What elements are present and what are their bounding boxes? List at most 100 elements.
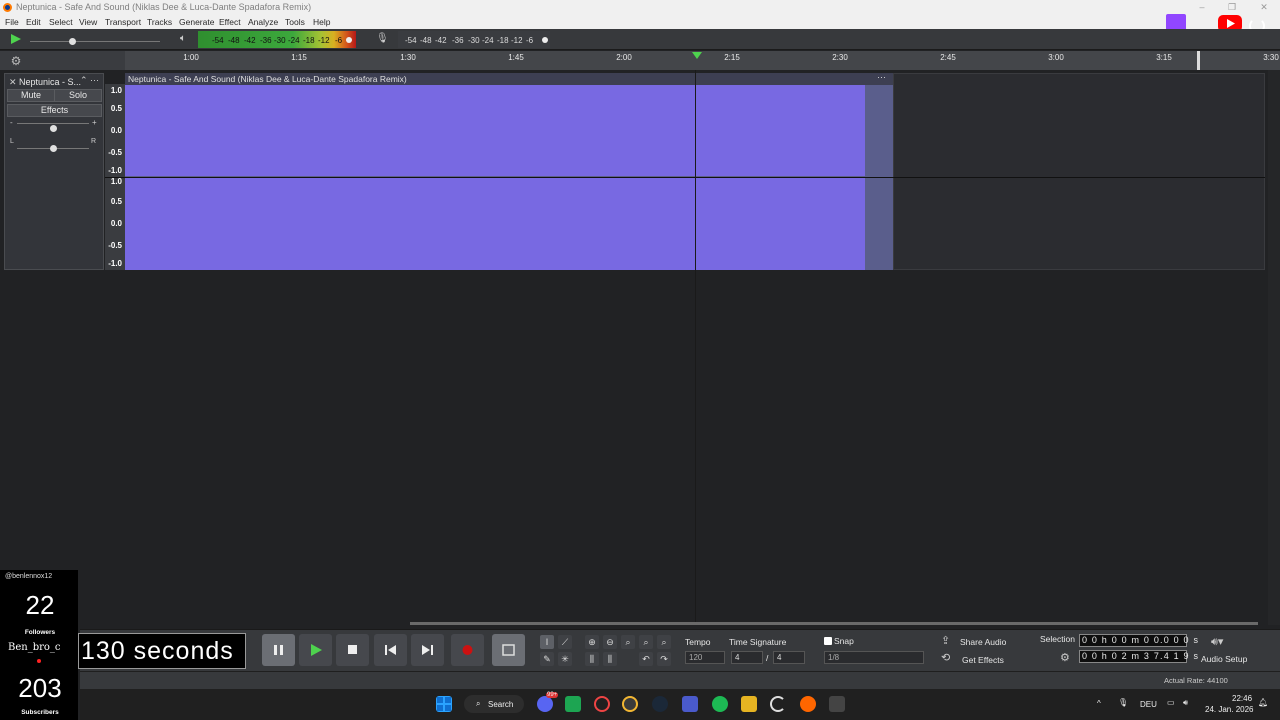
trim-icon[interactable]: ⫼ [585, 652, 599, 666]
timeline-settings-icon[interactable]: ⚙ [8, 53, 24, 69]
app-icon[interactable] [770, 696, 786, 712]
status-bar: Actual Rate: 44100 [80, 671, 1280, 689]
selection-tool-icon[interactable]: I [540, 635, 554, 649]
clock-date[interactable]: 24. Jan. 2026 [1205, 705, 1253, 714]
language-indicator[interactable]: DEU [1140, 700, 1157, 709]
share-audio-icon: ⇪ [941, 635, 951, 647]
solo-button[interactable]: Solo [54, 89, 102, 102]
horizontal-scrollbar[interactable] [410, 622, 1258, 625]
zoom-toggle-icon[interactable]: ⌕ [657, 635, 671, 649]
gain-slider[interactable] [50, 125, 57, 132]
menu-help[interactable]: Help [313, 15, 330, 29]
selection-start-field[interactable]: 0 0 h 0 0 m 0 0.0 0 0 s [1079, 634, 1198, 647]
playhead-marker[interactable] [692, 52, 702, 59]
menu-file[interactable]: File [5, 15, 19, 29]
zoom-in-icon[interactable]: ⊕ [585, 635, 599, 649]
tempo-input[interactable]: 120 [685, 651, 725, 664]
track-menu-icon[interactable]: ⌃ ⋯ [80, 75, 99, 86]
discord-icon[interactable] [537, 696, 553, 712]
pan-slider[interactable] [50, 145, 57, 152]
taskbar-search[interactable]: ⌕ Search [464, 695, 524, 713]
play-at-speed-icon[interactable] [10, 33, 22, 45]
fit-selection-icon[interactable]: ⌕ [621, 635, 635, 649]
menu-view[interactable]: View [79, 15, 97, 29]
track-empty-area[interactable] [893, 73, 1265, 270]
spotify-icon[interactable] [712, 696, 728, 712]
tray-chevron-icon[interactable]: ^ [1097, 699, 1101, 708]
silence-icon[interactable]: ⫼ [603, 652, 617, 666]
chrome-icon[interactable] [622, 696, 638, 712]
app-icon[interactable] [682, 696, 698, 712]
multi-tool-icon[interactable]: ✳ [558, 652, 572, 666]
play-button[interactable] [299, 634, 332, 666]
audio-setup-icon[interactable]: 🔊︎▾ [1211, 635, 1223, 649]
menu-effect[interactable]: Effect [219, 15, 241, 29]
meter-toolbar: 🔈︎ -54 -48 -42 -36 -30 -24 -18 -12 -6 🎙︎… [0, 29, 1280, 50]
loop-button[interactable] [492, 634, 525, 666]
get-effects-button[interactable]: Get Effects [962, 655, 1004, 665]
volume-icon[interactable]: 🔊︎ [1183, 698, 1188, 708]
selection-end-field[interactable]: 0 0 h 0 2 m 3 7.4 1 9 s [1079, 650, 1198, 663]
track-name[interactable]: Neptunica - S... [19, 77, 81, 87]
tick-label: 3:15 [1156, 53, 1172, 62]
play-speed-slider[interactable] [69, 38, 76, 45]
zoom-out-icon[interactable]: ⊖ [603, 635, 617, 649]
menu-analyze[interactable]: Analyze [248, 15, 278, 29]
app-icon[interactable] [594, 696, 610, 712]
network-icon[interactable]: ▭ [1167, 698, 1175, 707]
title-bar: Neptunica - Safe And Sound (Niklas Dee &… [0, 0, 1280, 15]
clip-title[interactable]: Neptunica - Safe And Sound (Niklas Dee &… [128, 74, 407, 84]
menu-select[interactable]: Select [49, 15, 73, 29]
stop-button[interactable] [336, 634, 369, 666]
notifications-icon[interactable]: 🔔︎ [1258, 698, 1268, 707]
waveform-left-channel[interactable] [125, 85, 865, 176]
skip-to-start-button[interactable] [374, 634, 407, 666]
maximize-button[interactable]: ❐ [1217, 0, 1247, 15]
clip-menu-icon[interactable]: ··· [877, 72, 886, 82]
subscribers-label: Subscribers [21, 709, 59, 716]
timer-display[interactable]: 130 seconds [78, 633, 246, 669]
vertical-scrollbar[interactable] [1268, 70, 1280, 625]
timeline-row: ⚙ 1:00 1:15 1:30 1:45 2:00 2:15 2:30 2:4… [0, 51, 1280, 70]
menu-tools[interactable]: Tools [285, 15, 305, 29]
app-icon[interactable] [829, 696, 845, 712]
app-icon[interactable] [565, 696, 581, 712]
snap-select[interactable]: 1/8 [824, 651, 924, 664]
notification-badge: 99+ [546, 692, 559, 698]
envelope-tool-icon[interactable]: ⟋ [558, 635, 572, 649]
time-signature-numerator[interactable]: 4 [731, 651, 763, 664]
recording-meter[interactable]: -54 -48 -42 -36 -30 -24 -18 -12 -6 [398, 31, 550, 48]
selection-settings-icon[interactable]: ⚙ [1060, 651, 1070, 664]
close-track-icon[interactable]: ✕ [9, 77, 17, 88]
microphone-tray-icon[interactable]: 🎙︎ [1118, 698, 1128, 707]
effects-button[interactable]: Effects [7, 104, 102, 117]
timeline-ruler[interactable]: 1:00 1:15 1:30 1:45 2:00 2:15 2:30 2:45 … [125, 51, 1280, 70]
time-signature-denominator[interactable]: 4 [773, 651, 805, 664]
undo-icon[interactable]: ↶ [639, 652, 653, 666]
fit-project-icon[interactable]: ⌕ [639, 635, 653, 649]
audio-setup-button[interactable]: Audio Setup [1201, 654, 1247, 664]
audacity-taskbar-icon[interactable] [800, 696, 816, 712]
pause-button[interactable] [262, 634, 295, 666]
close-button[interactable]: ✕ [1249, 0, 1279, 15]
share-audio-button[interactable]: Share Audio [960, 637, 1006, 647]
menu-edit[interactable]: Edit [26, 15, 41, 29]
draw-tool-icon[interactable]: ✎ [540, 652, 554, 666]
playback-meter[interactable]: -54 -48 -42 -36 -30 -24 -18 -12 -6 [198, 31, 356, 48]
waveform-right-channel[interactable] [125, 178, 865, 270]
redo-icon[interactable]: ↷ [657, 652, 671, 666]
record-button[interactable] [451, 634, 484, 666]
skip-to-end-button[interactable] [411, 634, 444, 666]
menu-transport[interactable]: Transport [105, 15, 141, 29]
mute-button[interactable]: Mute [7, 89, 55, 102]
clock-time[interactable]: 22:46 [1232, 694, 1252, 703]
file-explorer-icon[interactable] [741, 696, 757, 712]
menu-generate[interactable]: Generate [179, 15, 214, 29]
snap-checkbox[interactable] [824, 637, 832, 645]
start-button-icon[interactable] [436, 696, 452, 712]
tick-label: 1:45 [508, 53, 524, 62]
steam-icon[interactable] [652, 696, 668, 712]
minimize-button[interactable]: – [1187, 0, 1217, 15]
menu-tracks[interactable]: Tracks [147, 15, 172, 29]
tick-label: 2:00 [616, 53, 632, 62]
